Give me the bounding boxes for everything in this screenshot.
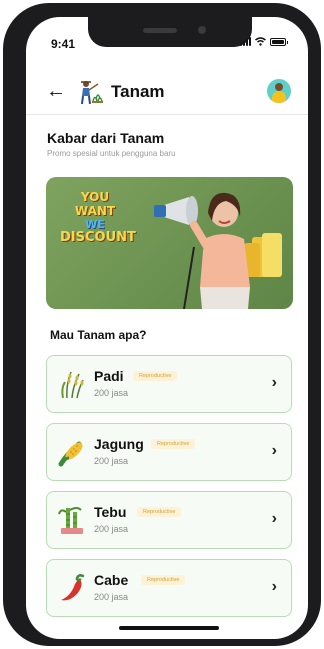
plant-card-padi[interactable]: Padi Reproductive 200 jasa › xyxy=(46,355,292,413)
mute-switch xyxy=(3,91,7,113)
volume-down-button xyxy=(3,185,7,229)
user-avatar[interactable] xyxy=(267,79,291,103)
camera xyxy=(198,26,206,34)
notch xyxy=(88,17,252,47)
stage-badge: Reproductive xyxy=(137,507,182,517)
service-count: 200 jasa xyxy=(94,456,129,466)
speaker xyxy=(143,28,177,33)
plant-name: Cabe xyxy=(94,572,129,588)
status-time: 9:41 xyxy=(51,37,76,51)
volume-up-button xyxy=(3,131,7,175)
service-count: 200 jasa xyxy=(94,592,129,602)
battery-icon xyxy=(270,37,288,46)
banner-text: YOU WANT WE DISCOUNT xyxy=(60,190,136,246)
news-subtitle: Promo spesial untuk pengguna baru xyxy=(47,149,176,158)
plant-name: Jagung xyxy=(94,436,144,452)
rice-icon xyxy=(61,371,84,399)
chevron-right-icon: › xyxy=(271,442,277,459)
plants-title: Mau Tanam apa? xyxy=(50,328,147,342)
chili-icon xyxy=(61,574,85,601)
sugarcane-icon xyxy=(58,507,83,534)
stage-badge: Reproductive xyxy=(151,439,196,449)
promo-person-illustration xyxy=(154,192,282,309)
stage-badge: Reproductive xyxy=(133,371,178,381)
news-title: Kabar dari Tanam xyxy=(47,130,165,146)
service-count: 200 jasa xyxy=(94,388,129,398)
page-title: Tanam xyxy=(111,82,165,101)
plant-name: Padi xyxy=(94,368,124,384)
chevron-right-icon: › xyxy=(271,374,277,391)
plant-card-jagung[interactable]: Jagung Reproductive 200 jasa › xyxy=(46,423,292,481)
chevron-right-icon: › xyxy=(271,578,277,595)
phone-frame: 9:41 ← Tanam Kabar dari Tanam Promo spes… xyxy=(3,3,321,646)
farmer-logo-icon xyxy=(81,81,103,105)
wifi-icon xyxy=(255,37,266,46)
plant-card-cabe[interactable]: Cabe Reproductive 200 jasa › xyxy=(46,559,292,617)
app-bar: ← Tanam xyxy=(26,71,308,115)
promo-banner[interactable]: YOU WANT WE DISCOUNT xyxy=(46,177,293,309)
status-icons xyxy=(240,37,288,46)
banner-line-3: DISCOUNT xyxy=(60,230,136,246)
signal-icon xyxy=(240,37,251,46)
corn-icon xyxy=(58,441,83,467)
arrow-left-icon[interactable]: ← xyxy=(46,81,66,101)
plant-name: Tebu xyxy=(94,504,127,520)
power-button xyxy=(317,143,321,207)
service-count: 200 jasa xyxy=(94,524,129,534)
stage-badge: Reproductive xyxy=(141,575,186,585)
banner-line-1: YOU WANT xyxy=(74,190,116,218)
chevron-right-icon: › xyxy=(271,510,277,527)
plant-card-tebu[interactable]: Tebu Reproductive 200 jasa › xyxy=(46,491,292,549)
home-indicator[interactable] xyxy=(119,626,219,630)
screen: 9:41 ← Tanam Kabar dari Tanam Promo spes… xyxy=(26,17,308,639)
